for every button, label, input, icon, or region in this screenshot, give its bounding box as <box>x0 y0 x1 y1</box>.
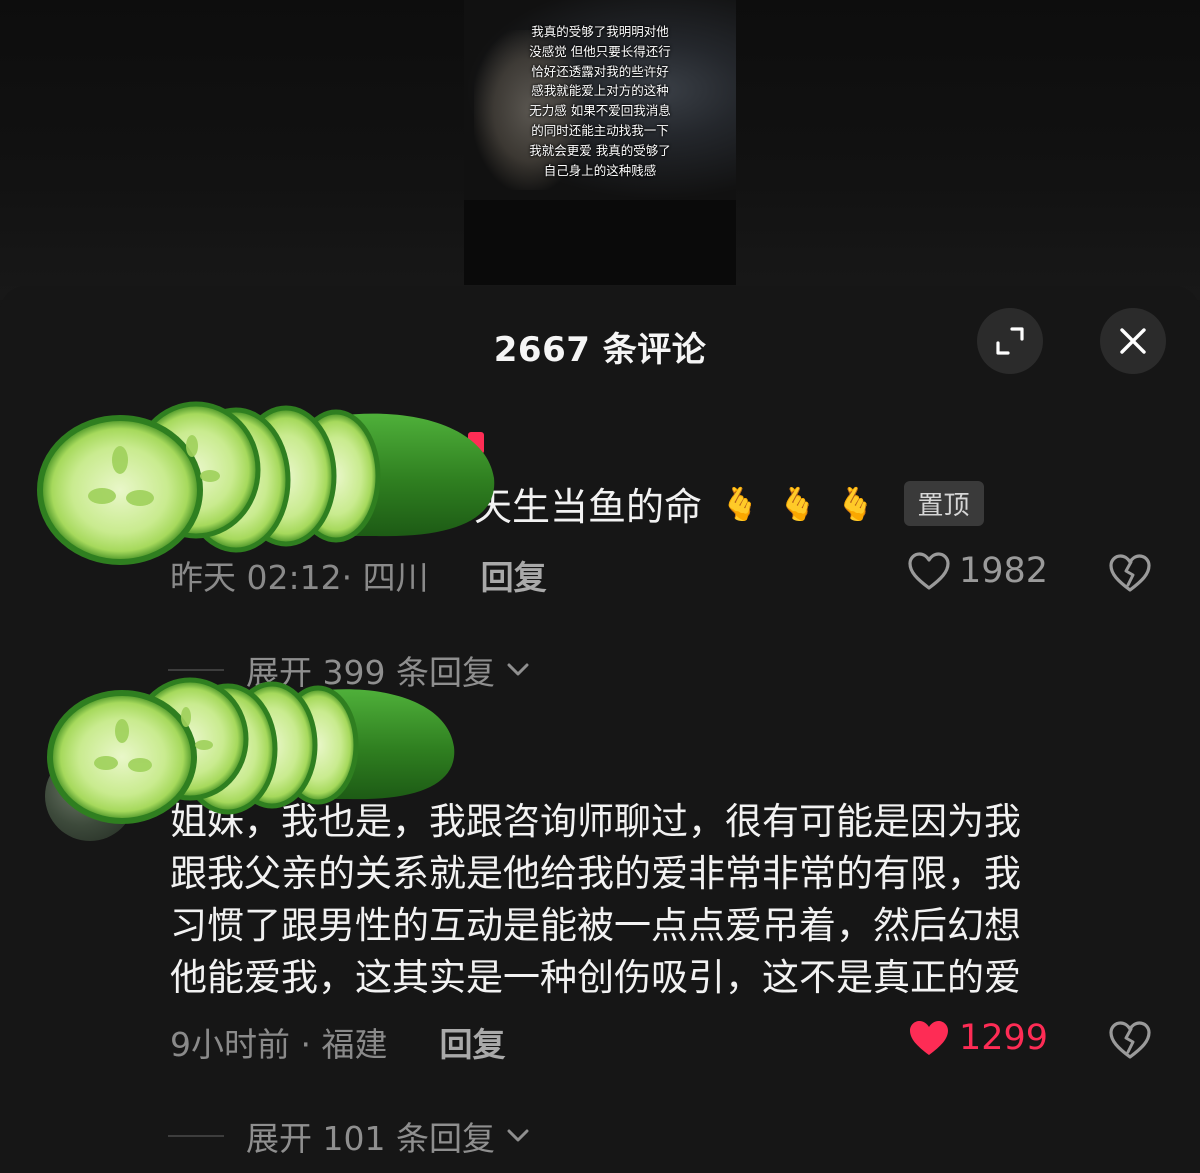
like-count: 1299 <box>959 1018 1049 1058</box>
comment-time-location: 9小时前 · 福建 <box>170 1025 388 1064</box>
video-caption: 我真的受够了我明明对他 没感觉 但他只要长得还行 恰好还透露对我的些许好 感我就… <box>476 22 724 180</box>
comment-line: 他能爱我，这其实是一种创伤吸引，这不是真正的爱 <box>170 956 1021 999</box>
caption-line: 感我就能爱上对方的这种 <box>531 83 669 99</box>
close-button[interactable] <box>1100 308 1166 374</box>
video-thumbnail[interactable]: 我真的受够了我明明对他 没感觉 但他只要长得还行 恰好还透露对我的些许好 感我就… <box>464 0 736 285</box>
divider-line <box>168 669 224 671</box>
heart-hand-emoji: 🫰 <box>777 484 818 523</box>
comment-meta: 9小时前 · 福建 回复 <box>170 1018 505 1066</box>
cucumber-sticker-icon <box>47 677 455 824</box>
caption-line: 的同时还能主动找我一下 <box>531 122 669 138</box>
caption-line: 没感觉 但他只要长得还行 <box>529 43 671 59</box>
divider-line <box>168 1135 224 1137</box>
like-count: 1982 <box>959 551 1049 591</box>
expand-replies-button[interactable]: 展开 101 条回复 <box>168 1112 533 1160</box>
caption-line: 无力感 如果不爱回我消息 <box>529 103 671 119</box>
close-icon <box>1120 328 1146 354</box>
chevron-down-icon <box>507 1129 529 1142</box>
heart-outline-icon <box>908 552 950 590</box>
expand-replies-label: 展开 101 条回复 <box>246 1119 495 1158</box>
dislike-icon[interactable] <box>1108 1020 1152 1060</box>
caption-line: 我真的受够了我明明对他 <box>531 24 669 39</box>
like-button[interactable]: 1299 <box>907 1018 1048 1058</box>
dislike-icon[interactable] <box>1108 553 1152 593</box>
caption-line: 我就会更爱 我真的受够了 <box>529 142 671 158</box>
comment-body: 天生当鱼的命 <box>474 485 703 529</box>
cucumber-sticker-icon <box>37 401 495 565</box>
heart-hand-emoji: 🫰 <box>835 484 876 523</box>
comment-text: 姐妹，我也是，我跟咨询师聊过，很有可能是因为我 跟我父亲的关系就是他给我的爱非常… <box>170 796 1150 1004</box>
caption-line: 恰好还透露对我的些许好 <box>531 63 669 79</box>
reply-button[interactable]: 回复 <box>439 1018 505 1066</box>
pinned-badge: 置顶 <box>903 481 984 526</box>
comment-line: 习惯了跟男性的互动是能被一点点爱吊着，然后幻想 <box>170 904 1021 947</box>
comment-text: 天生当鱼的命 🫰 🫰 🫰 置顶 <box>474 476 984 531</box>
video-background: 我真的受够了我明明对他 没感觉 但他只要长得还行 恰好还透露对我的些许好 感我就… <box>0 0 1200 300</box>
expand-icon <box>996 327 1024 355</box>
heart-hand-emoji: 🫰 <box>720 484 760 523</box>
chevron-down-icon <box>507 663 529 676</box>
heart-filled-icon <box>910 1021 948 1055</box>
comment-line: 跟我父亲的关系就是他给我的爱非常非常的有限，我 <box>170 852 1021 895</box>
caption-line: 自己身上的这种贱感 <box>543 162 657 178</box>
like-button[interactable]: 1982 <box>907 551 1048 591</box>
expand-button[interactable] <box>977 308 1043 374</box>
